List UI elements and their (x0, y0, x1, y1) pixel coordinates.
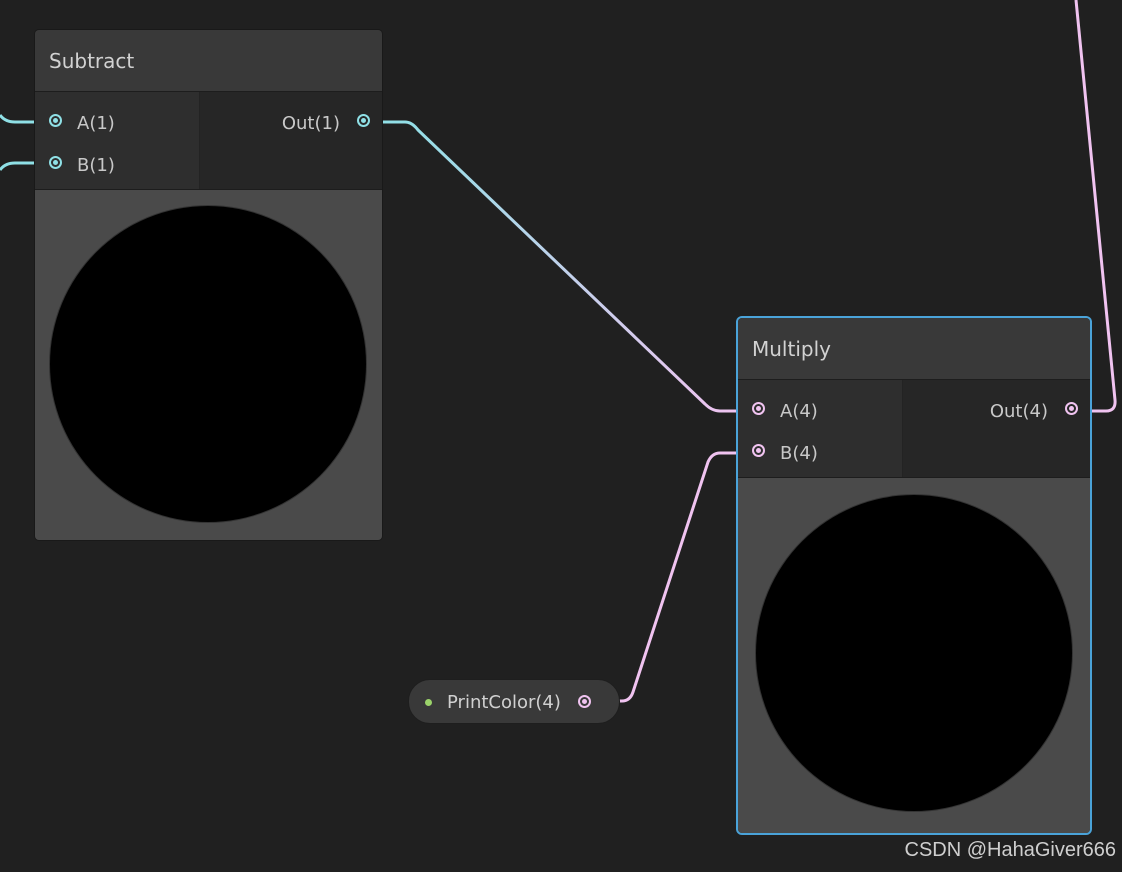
subtract-preview (35, 190, 382, 540)
subtract-inputs: A(1) B(1) (35, 92, 200, 189)
vector4-port-icon[interactable] (752, 444, 765, 457)
subtract-input-b[interactable]: B(1) (35, 144, 199, 186)
property-node-label: PrintColor(4) (447, 692, 561, 713)
subtract-input-a[interactable]: A(1) (35, 102, 199, 144)
subtract-outputs: Out(1) (200, 92, 382, 189)
edge-subtract-out-to-multiply-a[interactable] (370, 120, 752, 413)
subtract-node[interactable]: Subtract A(1) B(1) Out(1) (35, 30, 382, 540)
subtract-node-title: Subtract (35, 30, 382, 92)
multiply-preview (738, 478, 1090, 833)
subtract-input-b-label: B(1) (77, 154, 115, 176)
watermark: CSDN @HahaGiver666 (904, 839, 1117, 861)
multiply-inputs: A(4) B(4) (738, 380, 903, 477)
multiply-node[interactable]: Multiply A(4) B(4) Out(4) (738, 318, 1090, 833)
float-port-icon[interactable] (49, 114, 62, 127)
subtract-output-label: Out(1) (281, 112, 340, 134)
subtract-ports: A(1) B(1) Out(1) (35, 92, 382, 190)
multiply-node-title: Multiply (738, 318, 1090, 380)
preview-sphere (756, 495, 1072, 811)
edge-printcolor-to-multiply-b[interactable] (594, 451, 752, 703)
vector4-port-icon[interactable] (752, 402, 765, 415)
multiply-ports: A(4) B(4) Out(4) (738, 380, 1090, 478)
subtract-input-a-label: A(1) (77, 112, 115, 134)
float-port-icon[interactable] (49, 156, 62, 169)
multiply-input-b-label: B(4) (780, 442, 818, 464)
preview-sphere (50, 206, 366, 522)
property-indicator-icon (425, 699, 432, 706)
vector4-port-icon[interactable] (578, 695, 591, 708)
property-node-printcolor[interactable]: PrintColor(4) (408, 679, 620, 724)
multiply-output-label: Out(4) (989, 400, 1048, 422)
float-port-icon[interactable] (357, 114, 370, 127)
subtract-output-out[interactable]: Out(1) (200, 102, 382, 144)
vector4-port-icon[interactable] (1065, 402, 1078, 415)
multiply-input-a-label: A(4) (780, 400, 818, 422)
multiply-outputs: Out(4) (903, 380, 1090, 477)
multiply-input-a[interactable]: A(4) (738, 390, 902, 432)
multiply-input-b[interactable]: B(4) (738, 432, 902, 474)
multiply-output-out[interactable]: Out(4) (903, 390, 1090, 432)
